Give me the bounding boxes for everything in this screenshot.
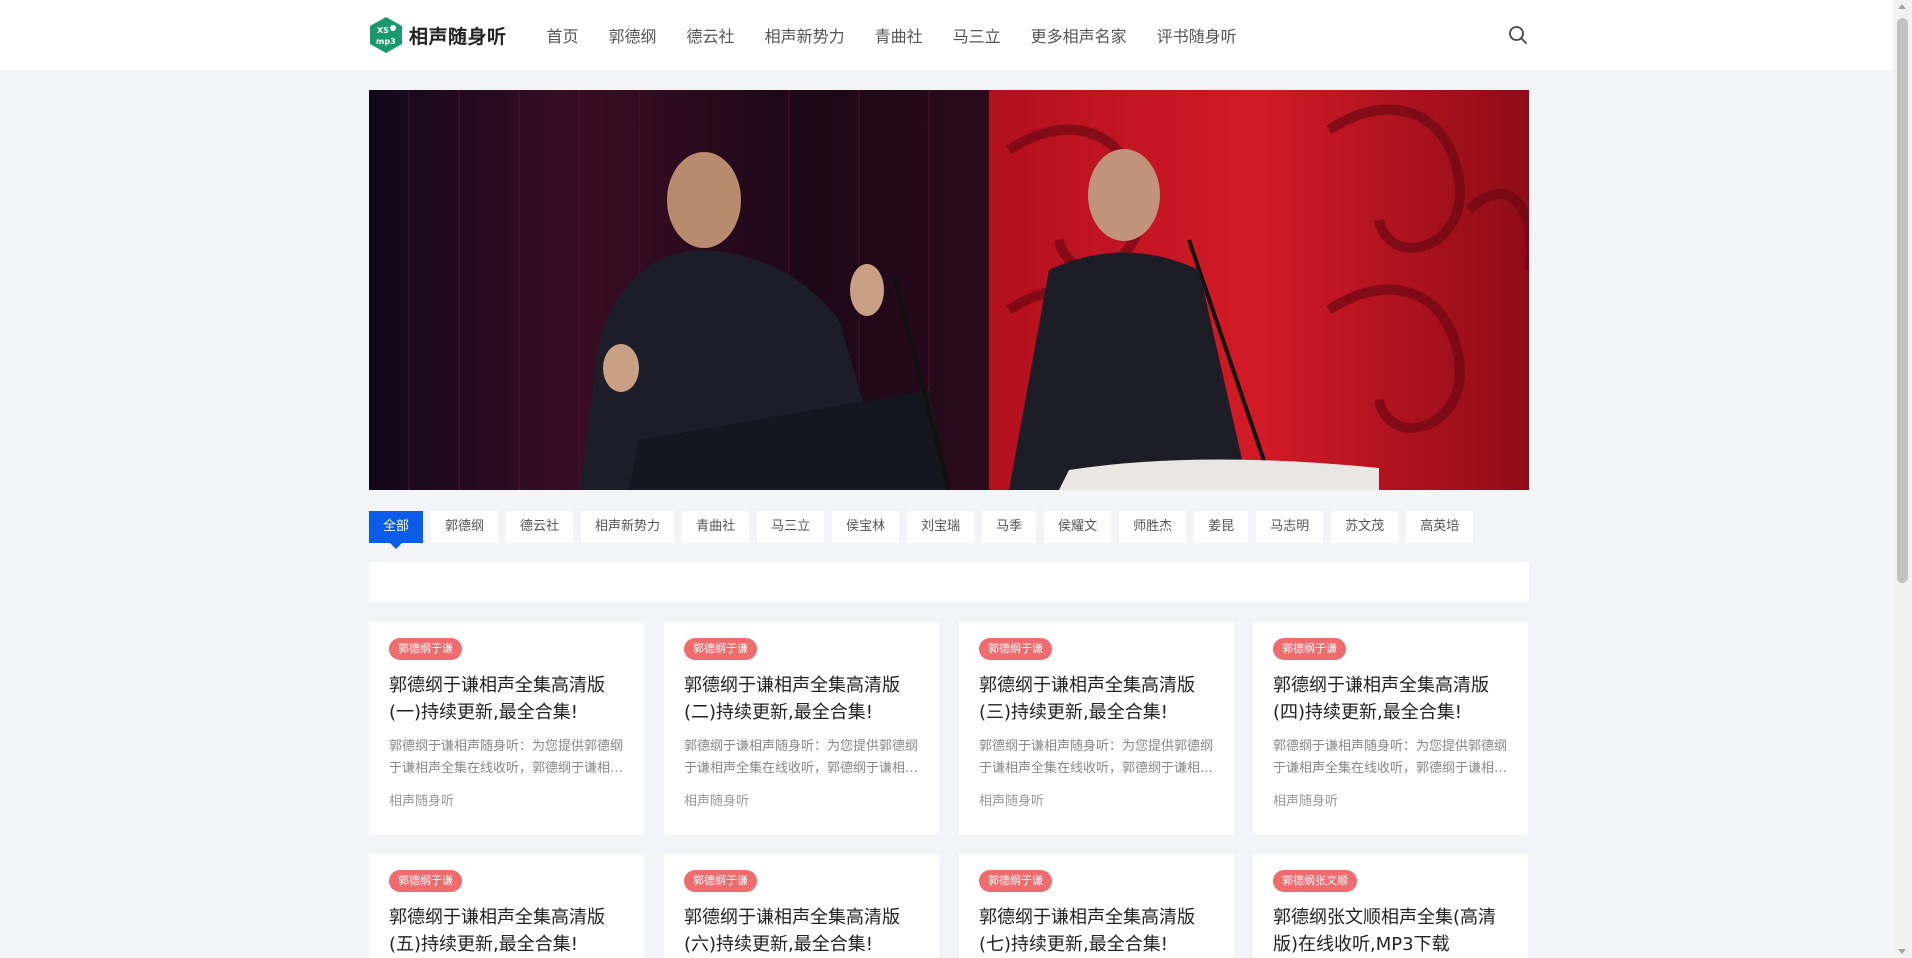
post-card[interactable]: 郭德纲于谦郭德纲于谦相声全集高清版(一)持续更新,最全合集! 郭德纲于谦相声随身听… xyxy=(369,622,644,835)
post-title[interactable]: 郭德纲于谦相声全集高清版(一)持续更新,最全合集! xyxy=(389,672,624,726)
post-card[interactable]: 郭德纲于谦郭德纲于谦相声全集高清版(七)持续更新,最全合集! xyxy=(959,854,1234,958)
scroll-thumb[interactable] xyxy=(1897,18,1908,583)
post-card[interactable]: 郭德纲于谦郭德纲于谦相声全集高清版(五)持续更新,最全合集! xyxy=(369,854,644,958)
category-badge[interactable]: 郭德纲于谦 xyxy=(389,870,462,892)
tab-8[interactable]: 马季 xyxy=(982,511,1037,543)
tab-all[interactable]: 全部 xyxy=(369,511,424,549)
tab-12[interactable]: 马志明 xyxy=(1256,511,1324,543)
tab-7[interactable]: 刘宝瑞 xyxy=(907,511,975,543)
post-title[interactable]: 郭德纲于谦相声全集高清版(四)持续更新,最全合集! xyxy=(1273,672,1508,726)
logo-text: 相声随身听 xyxy=(409,25,507,48)
post-author: 相声随身听 xyxy=(1273,794,1339,809)
svg-text:XS: XS xyxy=(377,26,389,35)
post-card[interactable]: 郭德纲于谦郭德纲于谦相声全集高清版(六)持续更新,最全合集! xyxy=(664,854,939,958)
post-author: 相声随身听 xyxy=(389,794,455,809)
main-nav: 首页 郭德纲 德云社 相声新势力 青曲社 马三立 更多相声名家 评书随身听 xyxy=(547,0,1267,70)
hero-banner-image[interactable] xyxy=(369,90,1529,490)
header-inner: XS mp3 相声随身听 首页 郭德纲 德云社 相声新势力 青曲社 马三立 更多相声名家 评书… xyxy=(369,0,1529,70)
tab-10[interactable]: 师胜杰 xyxy=(1119,511,1187,543)
category-badge[interactable]: 郭德纲张文顺 xyxy=(1273,870,1357,892)
nav-item-6[interactable]: 更多相声名家 xyxy=(1031,23,1127,47)
post-title[interactable]: 郭德纲于谦相声全集高清版(六)持续更新,最全合集! xyxy=(684,904,919,958)
site-logo[interactable]: XS mp3 相声随身听 xyxy=(369,0,507,70)
nav-item-5[interactable]: 马三立 xyxy=(953,23,1001,47)
nav-item-2[interactable]: 德云社 xyxy=(687,23,735,47)
tab-14[interactable]: 高英培 xyxy=(1406,511,1474,543)
post-card[interactable]: 郭德纲于谦郭德纲于谦相声全集高清版(三)持续更新,最全合集! 郭德纲于谦相声随身听… xyxy=(959,622,1234,835)
post-excerpt: 郭德纲于谦相声随身听：为您提供郭德纲于谦相声全集在线收听，郭德纲于谦相声全集高清… xyxy=(684,739,919,776)
nav-item-4[interactable]: 青曲社 xyxy=(875,23,923,47)
post-card[interactable]: 郭德纲于谦郭德纲于谦相声全集高清版(四)持续更新,最全合集! 郭德纲于谦相声随身听… xyxy=(1253,622,1528,835)
scroll-up-arrow-icon[interactable] xyxy=(1898,4,1906,9)
post-card[interactable]: 郭德纲张文顺郭德纲张文顺相声全集(高清版)在线收听,MP3下载 xyxy=(1253,854,1528,958)
tab-11[interactable]: 姜昆 xyxy=(1194,511,1249,543)
post-excerpt: 郭德纲于谦相声随身听：为您提供郭德纲于谦相声全集在线收听，郭德纲于谦相声全集高清… xyxy=(389,739,624,776)
post-title[interactable]: 郭德纲于谦相声全集高清版(七)持续更新,最全合集! xyxy=(979,904,1214,958)
post-title[interactable]: 郭德纲于谦相声全集高清版(二)持续更新,最全合集! xyxy=(684,672,919,726)
svg-text:mp3: mp3 xyxy=(376,37,396,46)
notice-bar xyxy=(369,562,1529,602)
post-title[interactable]: 郭德纲于谦相声全集高清版(五)持续更新,最全合集! xyxy=(389,904,624,958)
search-icon[interactable] xyxy=(1507,24,1529,46)
scroll-down-arrow-icon[interactable] xyxy=(1898,949,1906,954)
post-title[interactable]: 郭德纲于谦相声全集高清版(三)持续更新,最全合集! xyxy=(979,672,1214,726)
post-author: 相声随身听 xyxy=(979,794,1045,809)
post-excerpt: 郭德纲于谦相声随身听：为您提供郭德纲于谦相声全集在线收听，郭德纲于谦相声全集高清… xyxy=(1273,739,1508,776)
category-tabs: 全部 郭德纲 德云社 相声新势力 青曲社 马三立 侯宝林 刘宝瑞 马季 侯耀文 师胜杰 姜昆 马志明 苏文… xyxy=(369,511,1481,549)
category-badge[interactable]: 郭德纲于谦 xyxy=(1273,638,1346,660)
page-scrollbar[interactable] xyxy=(1893,0,1912,958)
nav-item-3[interactable]: 相声新势力 xyxy=(765,23,845,47)
tab-6[interactable]: 侯宝林 xyxy=(832,511,900,543)
tab-4[interactable]: 青曲社 xyxy=(682,511,750,543)
post-card[interactable]: 郭德纲于谦郭德纲于谦相声全集高清版(二)持续更新,最全合集! 郭德纲于谦相声随身听… xyxy=(664,622,939,835)
tab-9[interactable]: 侯耀文 xyxy=(1044,511,1112,543)
category-badge[interactable]: 郭德纲于谦 xyxy=(684,870,757,892)
post-title[interactable]: 郭德纲张文顺相声全集(高清版)在线收听,MP3下载 xyxy=(1273,904,1508,958)
post-author: 相声随身听 xyxy=(684,794,750,809)
tab-1[interactable]: 郭德纲 xyxy=(431,511,499,543)
nav-item-1[interactable]: 郭德纲 xyxy=(609,23,657,47)
nav-item-0[interactable]: 首页 xyxy=(547,23,579,47)
logo-hexagon-icon: XS mp3 xyxy=(369,16,403,54)
category-badge[interactable]: 郭德纲于谦 xyxy=(684,638,757,660)
nav-item-7[interactable]: 评书随身听 xyxy=(1157,23,1237,47)
tab-2[interactable]: 德云社 xyxy=(506,511,574,543)
category-badge[interactable]: 郭德纲于谦 xyxy=(979,870,1052,892)
post-excerpt: 郭德纲于谦相声随身听：为您提供郭德纲于谦相声全集在线收听，郭德纲于谦相声全集高清… xyxy=(979,739,1214,776)
category-badge[interactable]: 郭德纲于谦 xyxy=(979,638,1052,660)
site-header: XS mp3 相声随身听 首页 郭德纲 德云社 相声新势力 青曲社 马三立 更多相声名家 评书… xyxy=(0,0,1893,70)
tab-13[interactable]: 苏文茂 xyxy=(1331,511,1399,543)
tab-5[interactable]: 马三立 xyxy=(757,511,825,543)
category-badge[interactable]: 郭德纲于谦 xyxy=(389,638,462,660)
tab-3[interactable]: 相声新势力 xyxy=(581,511,675,543)
